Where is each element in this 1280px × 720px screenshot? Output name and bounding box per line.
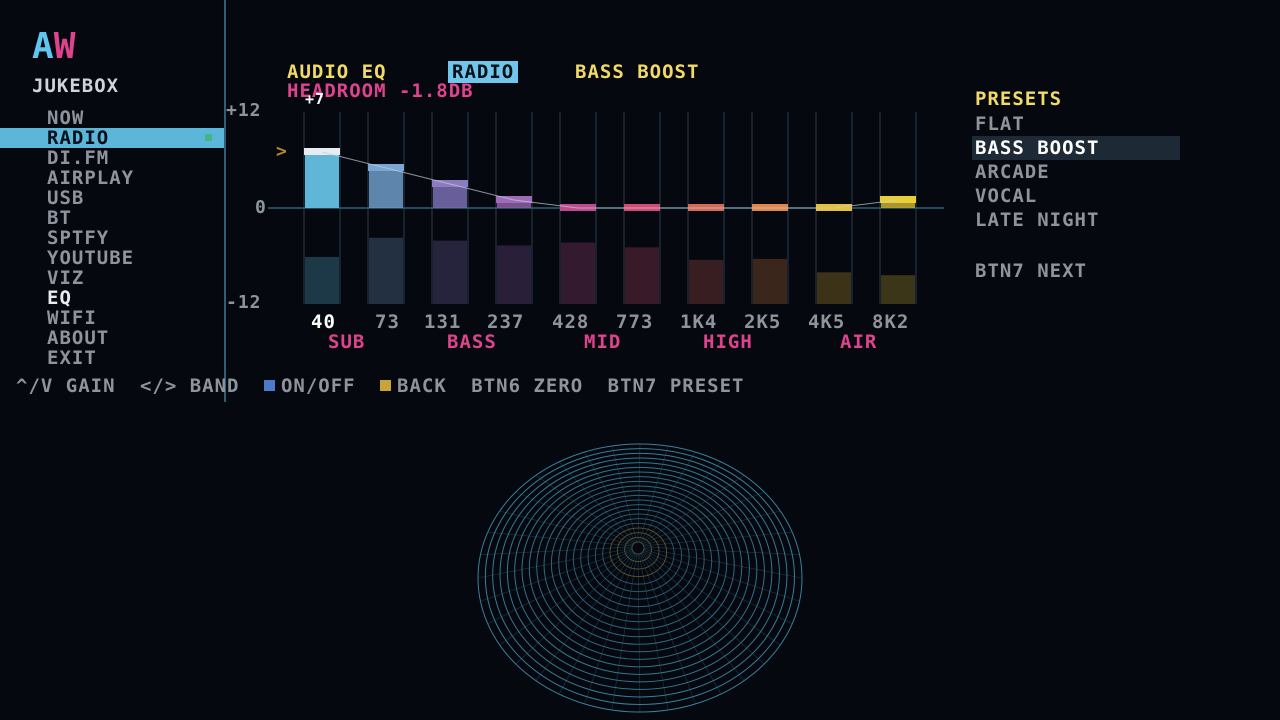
band-level-meter: [305, 256, 339, 304]
gain-popup: +7: [305, 90, 326, 108]
preset-vocal[interactable]: VOCAL: [972, 184, 1180, 208]
y-axis-zero-label: 0: [255, 197, 267, 218]
band-gain-bar: [305, 152, 339, 208]
visualizer-spoke: [643, 547, 803, 579]
preset-late-night[interactable]: LATE NIGHT: [972, 208, 1180, 232]
hint-back-label: BACK: [397, 375, 447, 397]
blue-button-icon: [263, 380, 275, 391]
visualizer-spoke: [641, 475, 745, 544]
hint-band: </> BAND: [139, 375, 240, 397]
visualizer-spoke: [641, 552, 745, 681]
band-group-label: SUB: [328, 331, 366, 353]
band-level-meter: [497, 245, 531, 304]
band-level-meter: [881, 275, 915, 304]
band-level-meter: [689, 259, 723, 304]
visualizer-spoke: [643, 549, 793, 625]
visualizer-spoke: [640, 553, 722, 695]
hint-preset: BTN7 PRESET: [607, 375, 745, 397]
hint-onoff-label: ON/OFF: [280, 375, 356, 397]
band-freq-label[interactable]: 237: [487, 311, 524, 333]
band-freq-label[interactable]: 73: [375, 311, 400, 333]
band-level-meter: [817, 272, 851, 304]
presets-list: FLAT BASS BOOST ARCADE VOCAL LATE NIGHT: [972, 112, 1180, 232]
hint-onoff: ON/OFF: [263, 375, 356, 397]
visualizer-spoke: [637, 443, 641, 543]
band-gain-bar: [433, 184, 467, 208]
band-freq-label[interactable]: 428: [552, 311, 589, 333]
next-preset-hint: BTN7 NEXT: [975, 260, 1087, 282]
band-level-meter: [625, 247, 659, 304]
visualizer-ring: [477, 443, 803, 713]
preset-flat[interactable]: FLAT: [972, 112, 1180, 136]
yellow-button-icon: [380, 380, 392, 391]
presets-title: PRESETS: [975, 88, 1063, 110]
band-freq-label[interactable]: 40: [311, 311, 336, 333]
y-axis-max-label: +12: [226, 100, 262, 121]
band-group-label: AIR: [840, 331, 878, 353]
band-freq-label[interactable]: 131: [424, 311, 461, 333]
band-freq-label[interactable]: 8K2: [872, 311, 909, 333]
visualizer-spoke: [477, 547, 633, 579]
control-hints-bar: ^/V GAIN </> BAND ON/OFF BACK BTN6 ZERO …: [16, 375, 757, 397]
visualizer-spoke: [558, 553, 636, 695]
hint-back: BACK: [380, 375, 447, 397]
band-level-meter: [369, 237, 403, 304]
visualizer-spoke: [637, 553, 641, 713]
visualizer-spoke: [638, 445, 669, 543]
band-level-meter: [753, 258, 787, 304]
visualizer-ring: [499, 457, 780, 690]
visualizer-spoke: [535, 475, 635, 544]
hint-gain: ^/V GAIN: [16, 375, 116, 397]
band-level-meter: [561, 242, 595, 304]
band-level-meter: [433, 240, 467, 304]
band-gain-cap: [304, 148, 340, 155]
visualizer-spoke: [487, 549, 633, 625]
preset-bass-boost[interactable]: BASS BOOST: [972, 136, 1180, 160]
visualizer-ring: [631, 541, 645, 555]
visualizer-spoke: [640, 461, 722, 544]
band-group-label: HIGH: [703, 331, 753, 353]
band-group-label: MID: [584, 331, 622, 353]
visualizer-spoke: [638, 553, 669, 711]
hint-zero: BTN6 ZERO: [471, 375, 584, 397]
band-freq-label[interactable]: 2K5: [744, 311, 781, 333]
y-axis-min-label: -12: [226, 292, 262, 313]
band-freq-label[interactable]: 773: [616, 311, 653, 333]
band-group-label: BASS: [447, 331, 497, 353]
visualizer-ring: [528, 476, 750, 660]
band-freq-label[interactable]: 1K4: [680, 311, 717, 333]
band-cursor-icon: >: [276, 141, 288, 162]
band-freq-label[interactable]: 4K5: [808, 311, 845, 333]
preset-arcade[interactable]: ARCADE: [972, 160, 1180, 184]
band-gain-bar: [369, 168, 403, 208]
visualizer-spoke: [611, 445, 638, 543]
visualizer-spoke: [643, 548, 800, 602]
audio-visualizer-tunnel: [477, 443, 803, 713]
eq-curve-line: [321, 151, 899, 209]
